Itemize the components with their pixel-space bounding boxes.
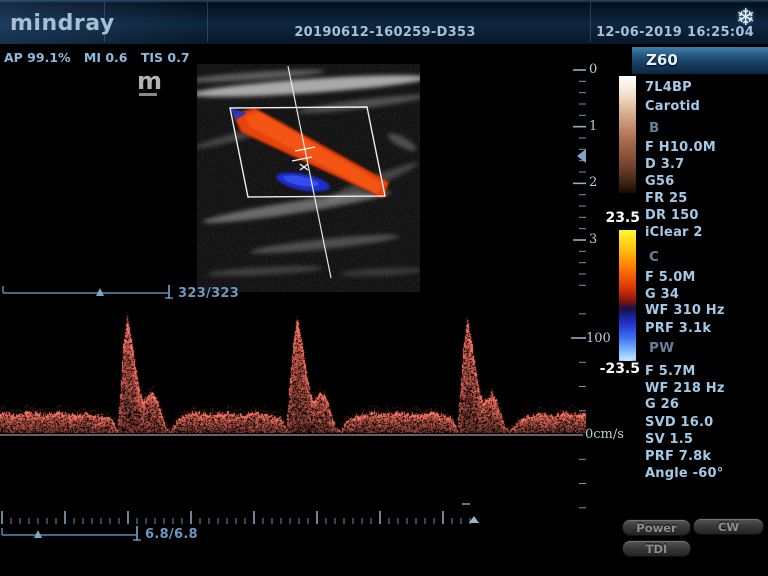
b-frequency-label: F H10.0M <box>645 140 716 157</box>
orientation-marker-glyph: m <box>137 67 162 95</box>
velocity-100-label: 100 <box>586 331 611 346</box>
c-wallfilter-label: WF 310 Hz <box>645 303 725 320</box>
pw-prf-label: PRF 7.8k <box>645 449 711 466</box>
pw-frequency-label: F 5.7M <box>645 364 696 381</box>
datetime-label: 12-06-2019 16:25:04 <box>596 25 754 40</box>
grayscale-bar <box>619 76 636 193</box>
cine-position-marker[interactable] <box>96 288 104 296</box>
pw-wallfilter-label: WF 218 Hz <box>645 381 725 398</box>
depth-label-2: 2 <box>589 175 605 190</box>
power-button[interactable]: Power <box>622 519 691 536</box>
b-dynrange-label: DR 150 <box>645 208 699 225</box>
pw-sv-label: SV 1.5 <box>645 432 693 449</box>
b-iclear-label: iClear 2 <box>645 225 703 242</box>
topbar: mindray 20190612-160259-D353 12-06-2019 … <box>0 0 768 44</box>
ap-label: AP 99.1% <box>4 50 71 65</box>
tis-label: TIS 0.7 <box>141 50 190 65</box>
topbar-divider <box>207 2 208 42</box>
pw-gain-label: G 26 <box>645 397 679 414</box>
exam-label: Carotid <box>645 99 700 116</box>
freeze-icon[interactable]: ❄ <box>736 5 755 31</box>
c-gain-label: G 34 <box>645 287 679 304</box>
section-pw-label: PW <box>649 340 674 357</box>
time-counter-label: 6.8/6.8 <box>145 527 198 542</box>
depth-label-0: 0 <box>589 62 605 77</box>
ultrasound-image-svg <box>197 64 420 292</box>
c-frequency-label: F 5.0M <box>645 270 696 287</box>
tdi-button[interactable]: TDI <box>622 540 691 557</box>
acoustic-status-line: AP 99.1% MI 0.6 TIS 0.7 <box>4 50 199 65</box>
color-doppler-bar <box>619 230 636 361</box>
section-b-label: B <box>649 120 660 137</box>
b-framerate-label: FR 25 <box>645 191 688 208</box>
section-c-label: C <box>649 249 659 266</box>
depth-label-1: 1 <box>589 119 605 134</box>
b-depth-label: D 3.7 <box>645 157 684 174</box>
mindray-logo: mindray <box>10 11 115 36</box>
ultrasound-screen: mindray 20190612-160259-D353 12-06-2019 … <box>0 0 768 576</box>
pw-svd-label: SVD 16.0 <box>645 415 713 432</box>
cine-position-marker[interactable] <box>34 530 42 538</box>
orientation-marker-icon: m <box>137 70 162 96</box>
color-scale-min-label: -23.5 <box>594 361 640 377</box>
cw-button[interactable]: CW <box>693 518 764 535</box>
pw-angle-label: Angle -60° <box>645 466 723 483</box>
frame-counter-label: 323/323 <box>178 286 239 301</box>
preset-header[interactable]: Z60 <box>632 47 768 74</box>
preset-label: Z60 <box>632 47 768 69</box>
time-ruler-marker[interactable] <box>469 516 479 523</box>
c-prf-label: PRF 3.1k <box>645 321 711 338</box>
study-id-label: 20190612-160259-D353 <box>294 25 475 40</box>
velocity-baseline-label: 0cm/s <box>585 427 624 442</box>
color-scale-max-label: 23.5 <box>600 210 640 226</box>
depth-label-3: 3 <box>589 232 605 247</box>
ultrasound-image[interactable] <box>197 64 420 292</box>
topbar-divider <box>590 2 591 42</box>
mi-label: MI 0.6 <box>84 50 128 65</box>
probe-label: 7L4BP <box>645 80 692 97</box>
spectral-doppler-trace <box>0 300 586 436</box>
b-gain-label: G56 <box>645 174 674 191</box>
focus-marker[interactable] <box>577 149 586 163</box>
